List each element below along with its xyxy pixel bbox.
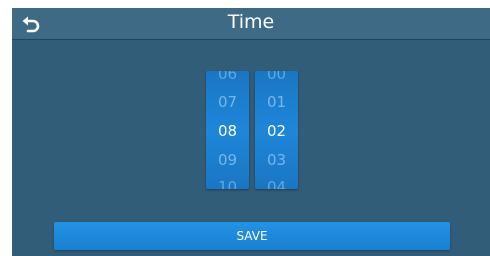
minute-option[interactable]: 01 — [255, 93, 298, 111]
hour-option[interactable]: 07 — [206, 93, 249, 111]
minute-selected[interactable]: 02 — [255, 122, 298, 140]
hour-option[interactable]: 06 — [206, 71, 249, 83]
hour-wheel[interactable]: 06 07 08 09 10 — [206, 71, 249, 189]
minute-option[interactable]: 03 — [255, 151, 298, 169]
hour-option[interactable]: 10 — [206, 178, 249, 189]
save-button[interactable]: SAVE — [54, 222, 450, 250]
minute-wheel[interactable]: 00 01 02 03 04 — [255, 71, 298, 189]
minute-option[interactable]: 04 — [255, 178, 298, 189]
page-title: Time — [227, 11, 275, 33]
hour-selected[interactable]: 08 — [206, 122, 249, 140]
minute-option[interactable]: 00 — [255, 71, 298, 83]
hour-option[interactable]: 09 — [206, 151, 249, 169]
title-bar: Time — [12, 8, 490, 40]
time-settings-screen: Time 06 07 08 09 10 00 01 02 03 04 SAVE — [12, 8, 490, 256]
